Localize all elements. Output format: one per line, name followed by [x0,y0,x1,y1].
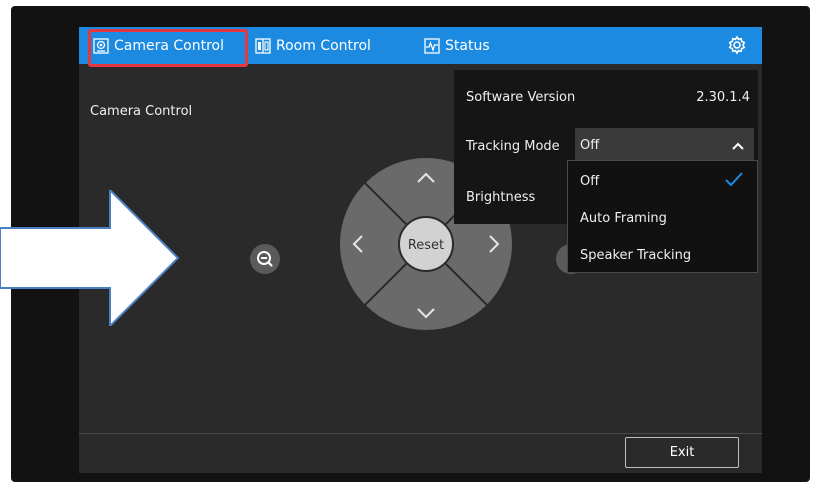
tab-room-control[interactable]: Room Control [255,27,371,64]
status-icon [424,37,440,54]
room-icon [255,37,271,54]
zoom-out-button[interactable] [250,244,280,274]
gear-icon[interactable] [727,35,747,55]
tab-status[interactable]: Status [424,27,490,64]
exit-button[interactable]: Exit [625,437,739,468]
footer-divider [79,433,762,434]
option-speaker-tracking[interactable]: Speaker Tracking [580,248,691,263]
highlight-box [88,29,248,67]
tracking-mode-select[interactable]: Off [575,128,754,163]
chevron-up-icon [732,142,744,150]
software-version-value: 2.30.1.4 [696,90,750,105]
page-title: Camera Control [90,104,193,119]
tracking-mode-value: Off [580,138,600,153]
tab-status-label: Status [445,37,490,54]
option-off[interactable]: Off [580,174,599,189]
tab-room-control-label: Room Control [276,37,371,54]
checkmark-icon [725,172,743,186]
tracking-mode-label: Tracking Mode [466,139,560,154]
software-version-label: Software Version [466,90,576,105]
reset-label: Reset [408,238,444,253]
right-arrow-icon [0,190,180,326]
tracking-mode-dropdown: Off Auto Framing Speaker Tracking [567,160,758,273]
brightness-label: Brightness [466,190,536,205]
option-auto-framing[interactable]: Auto Framing [580,211,667,226]
